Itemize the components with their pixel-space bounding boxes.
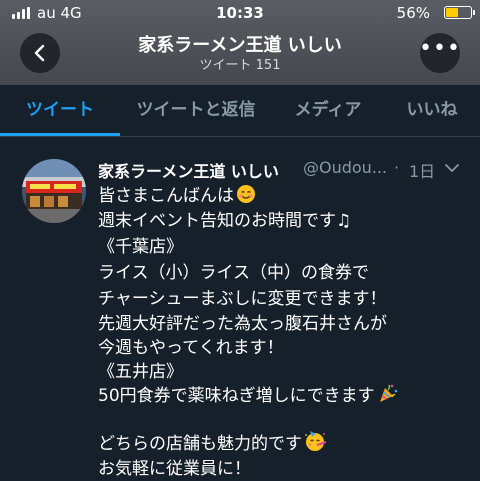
separator-dot: · bbox=[394, 158, 400, 177]
more-icon: ••• bbox=[419, 35, 461, 61]
active-tab-indicator bbox=[0, 133, 120, 136]
tweet-line: 先週大好評だった為太っ腹石井さんが bbox=[98, 314, 387, 334]
battery-percent: 56% bbox=[396, 4, 430, 22]
tweet-line: 《五井店》 bbox=[98, 362, 183, 382]
more-button[interactable]: ••• bbox=[419, 33, 461, 73]
tab-media[interactable]: メディア bbox=[272, 85, 384, 136]
battery-icon bbox=[444, 6, 475, 19]
tweet-count: ツイート 151 bbox=[199, 58, 281, 73]
partying-face-emoji bbox=[304, 430, 328, 457]
tweet-line: チャーシューまぶしに変更できます！ bbox=[98, 289, 387, 309]
tweet-line: どちらの店舗も魅力的です bbox=[98, 429, 328, 457]
tweet-line: 皆さまこんばんは bbox=[98, 181, 256, 209]
storefront-image bbox=[22, 159, 86, 223]
tweet-line: ライス（小）ライス（中）の食券で bbox=[98, 263, 369, 283]
tweet-line: 今週もやってくれます！ bbox=[98, 338, 284, 358]
tweet-line: お気軽に従業員に！ bbox=[98, 459, 251, 479]
status-bar: au 4G 10:33 56% bbox=[0, 0, 480, 28]
avatar[interactable] bbox=[22, 159, 86, 223]
tweet-line: 週末イベント告知のお時間です♫ bbox=[98, 211, 352, 231]
party-popper-emoji bbox=[377, 382, 399, 409]
tweet-timestamp[interactable]: 1日 bbox=[409, 158, 435, 182]
tweet-author-name[interactable]: 家系ラーメン王道 いしい bbox=[98, 158, 279, 182]
tab-likes[interactable]: いいね bbox=[384, 85, 480, 136]
tweet-line: 《千葉店》 bbox=[98, 237, 183, 257]
tweet-author-handle[interactable]: @Oudou... bbox=[303, 158, 393, 177]
chevron-down-icon[interactable] bbox=[444, 162, 460, 174]
tab-tweets-and-replies[interactable]: ツイートと返信 bbox=[120, 85, 272, 136]
tab-tweets[interactable]: ツイート bbox=[0, 85, 120, 136]
profile-tabs: ツイート ツイートと返信 メディア いいね bbox=[0, 85, 480, 137]
tweet-line: 50円食券で薬味ねぎ増しにできます bbox=[98, 381, 399, 409]
